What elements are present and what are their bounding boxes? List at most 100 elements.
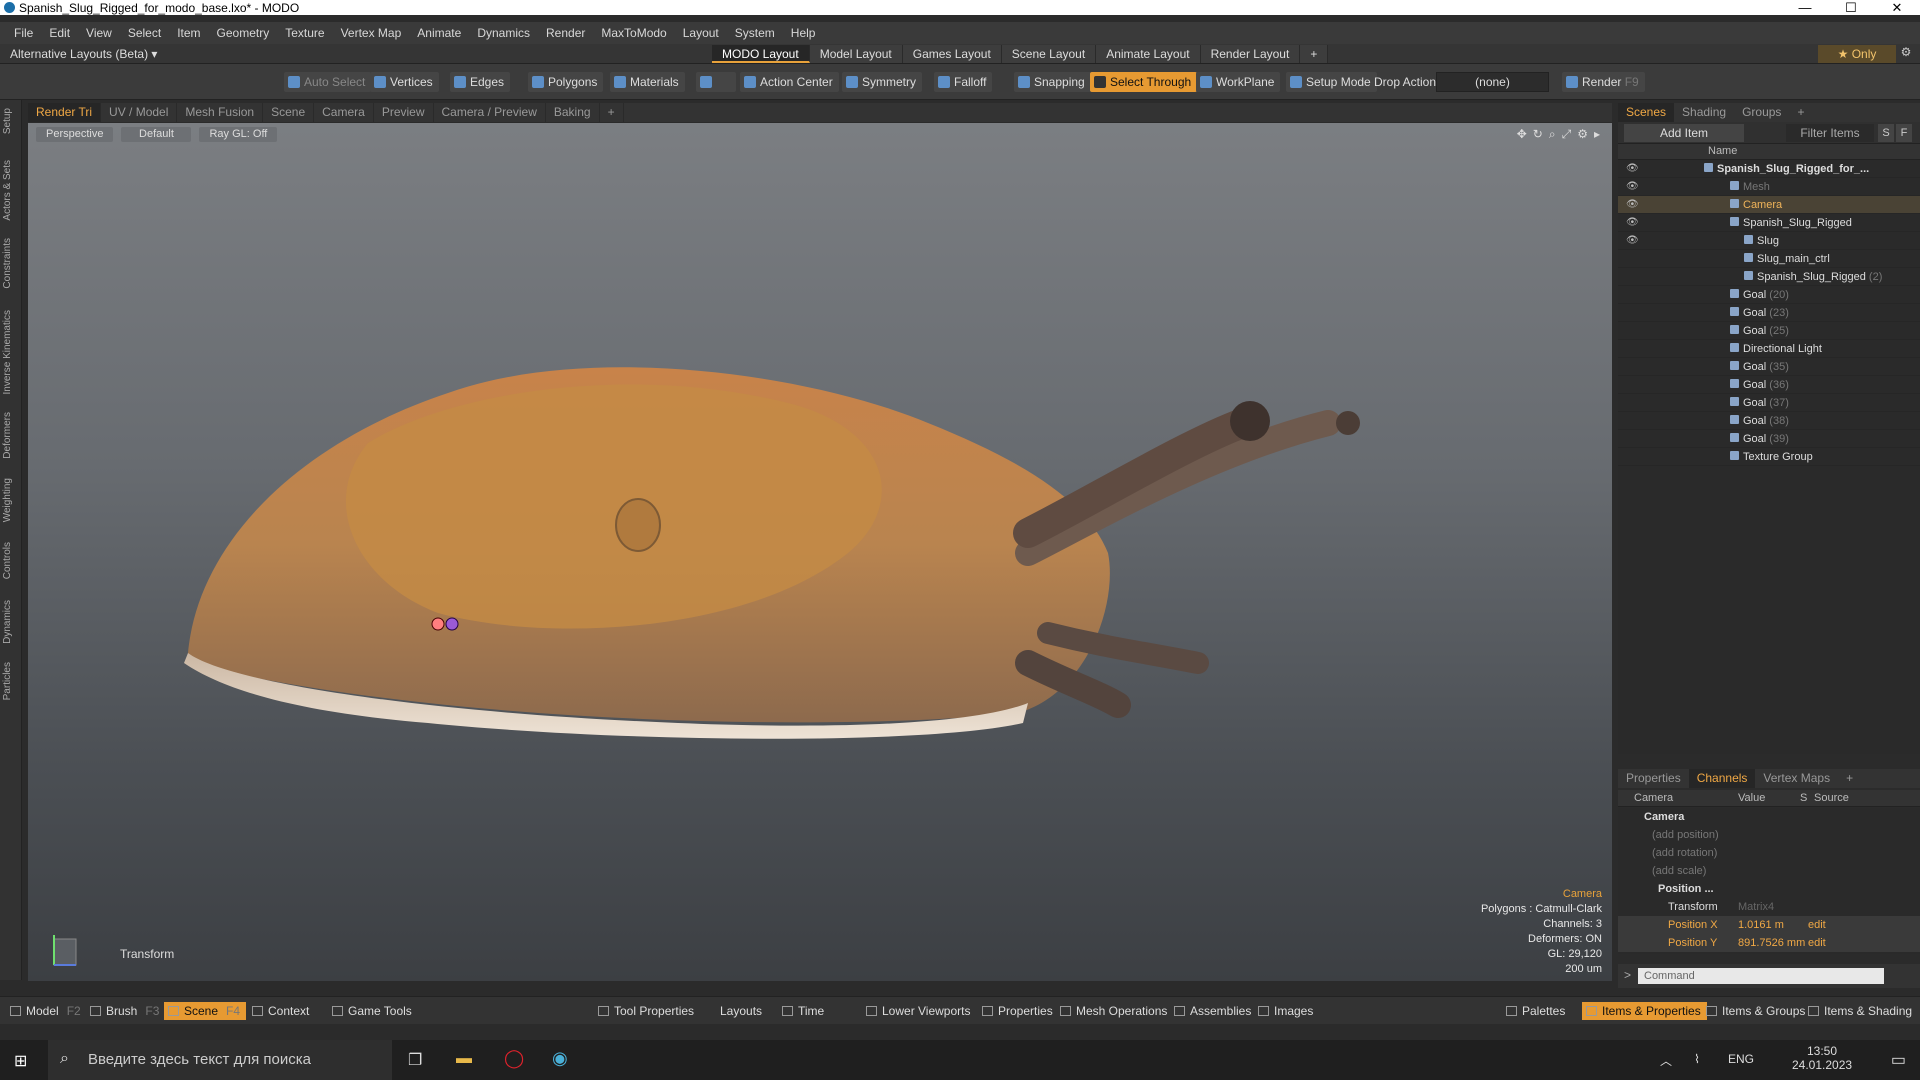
3d-viewport[interactable]: Perspective Default Ray GL: Off ✥ ↻ ⌕ ⤢ … bbox=[28, 123, 1612, 981]
perspective-button[interactable]: Perspective bbox=[36, 127, 114, 142]
tab-render-tri[interactable]: Render Tri bbox=[28, 103, 102, 122]
raygl-button[interactable]: Ray GL: Off bbox=[199, 127, 278, 142]
network-icon[interactable]: ⌇ bbox=[1694, 1052, 1700, 1066]
menu-view[interactable]: View bbox=[78, 26, 120, 40]
tab-scenes[interactable]: Scenes bbox=[1618, 103, 1675, 122]
snap-toggle-button[interactable] bbox=[696, 72, 736, 92]
images-button[interactable]: Images bbox=[1254, 1002, 1319, 1020]
command-input[interactable]: Command bbox=[1638, 968, 1884, 984]
menu-texture[interactable]: Texture bbox=[277, 26, 332, 40]
add-layout-button[interactable]: + bbox=[1300, 45, 1329, 63]
eye-icon[interactable]: 👁 bbox=[1626, 214, 1639, 232]
render-button[interactable]: Render F9 bbox=[1562, 72, 1645, 92]
tool-properties-button[interactable]: Tool Properties bbox=[594, 1002, 700, 1020]
menu-render[interactable]: Render bbox=[538, 26, 593, 40]
tab-model-layout[interactable]: Model Layout bbox=[809, 45, 903, 63]
tab-camera[interactable]: Camera bbox=[314, 103, 374, 122]
view-settings-icon[interactable]: ⚙ bbox=[1577, 127, 1588, 142]
language-indicator[interactable]: ENG bbox=[1728, 1052, 1754, 1066]
menu-file[interactable]: File bbox=[6, 26, 41, 40]
list-item[interactable]: Goal (20) bbox=[1618, 286, 1920, 304]
view-menu-icon[interactable]: ▸ bbox=[1594, 127, 1600, 142]
scene-mode-button[interactable]: Scene F4 bbox=[164, 1002, 247, 1020]
table-row[interactable]: Camera bbox=[1618, 808, 1920, 826]
tab-shading[interactable]: Shading bbox=[1674, 103, 1734, 122]
list-item[interactable]: 👁 Slug bbox=[1618, 232, 1920, 250]
tab-animate-layout[interactable]: Animate Layout bbox=[1096, 45, 1201, 63]
vtab-deformers[interactable]: Deformers bbox=[2, 412, 13, 459]
model-mode-button[interactable]: Model F2 bbox=[6, 1002, 87, 1020]
eye-icon[interactable]: 👁 bbox=[1626, 178, 1639, 196]
move-view-icon[interactable]: ✥ bbox=[1517, 127, 1527, 142]
falloff-button[interactable]: Falloff bbox=[934, 72, 993, 92]
action-center-button[interactable]: Action Center bbox=[740, 72, 839, 92]
vtab-setup[interactable]: Setup bbox=[2, 108, 13, 134]
items-shading-button[interactable]: Items & Shading bbox=[1804, 1002, 1918, 1020]
palettes-button[interactable]: Palettes bbox=[1502, 1002, 1571, 1020]
items-properties-button[interactable]: Items & Properties bbox=[1582, 1002, 1707, 1020]
menu-maxtomodo[interactable]: MaxToModo bbox=[593, 26, 674, 40]
drop-action-select[interactable]: (none) bbox=[1436, 72, 1549, 92]
list-item[interactable]: Goal (38) bbox=[1618, 412, 1920, 430]
filter-items-input[interactable]: Filter Items bbox=[1786, 124, 1874, 142]
list-item[interactable]: Goal (23) bbox=[1618, 304, 1920, 322]
add-properties-tab-button[interactable]: + bbox=[1838, 769, 1861, 788]
auto-select-button[interactable]: Auto Select bbox=[284, 72, 372, 92]
list-item[interactable]: Goal (39) bbox=[1618, 430, 1920, 448]
mesh-operations-button[interactable]: Mesh Operations bbox=[1056, 1002, 1173, 1020]
tab-preview[interactable]: Preview bbox=[374, 103, 434, 122]
table-row[interactable]: Position Y 891.7526 mm edit bbox=[1618, 934, 1920, 952]
tab-scene[interactable]: Scene bbox=[263, 103, 315, 122]
vtab-constraints[interactable]: Constraints bbox=[2, 238, 13, 289]
list-item[interactable]: Goal (37) bbox=[1618, 394, 1920, 412]
add-viewport-tab-button[interactable]: + bbox=[600, 103, 624, 122]
modo-taskbar-icon[interactable]: ◉ bbox=[552, 1048, 568, 1069]
list-item[interactable]: 👁 Spanish_Slug_Rigged_for_... bbox=[1618, 160, 1920, 178]
s-filter-button[interactable]: S bbox=[1878, 124, 1894, 142]
tab-baking[interactable]: Baking bbox=[546, 103, 600, 122]
eye-icon[interactable]: 👁 bbox=[1626, 196, 1639, 214]
table-row[interactable]: Position ... bbox=[1618, 880, 1920, 898]
vtab-weighting[interactable]: Weighting bbox=[2, 478, 13, 522]
vtab-actors-sets[interactable]: Actors & Sets bbox=[2, 160, 13, 221]
properties-button[interactable]: Properties bbox=[978, 1002, 1059, 1020]
minimize-button[interactable]: — bbox=[1782, 0, 1828, 15]
vtab-controls[interactable]: Controls bbox=[2, 542, 13, 579]
tab-vertex-maps[interactable]: Vertex Maps bbox=[1755, 769, 1838, 788]
add-item-button[interactable]: Add Item bbox=[1624, 124, 1744, 142]
table-row[interactable]: (add scale) bbox=[1618, 862, 1920, 880]
vtab-inverse-kinematics[interactable]: Inverse Kinematics bbox=[2, 310, 13, 394]
lower-viewports-button[interactable]: Lower Viewports bbox=[862, 1002, 977, 1020]
menu-edit[interactable]: Edit bbox=[41, 26, 78, 40]
layouts-button[interactable]: Layouts bbox=[700, 1002, 768, 1020]
menu-vertex-map[interactable]: Vertex Map bbox=[333, 26, 410, 40]
list-item[interactable]: Goal (36) bbox=[1618, 376, 1920, 394]
table-row[interactable]: Transform Matrix4 bbox=[1618, 898, 1920, 916]
task-view-icon[interactable]: ❐ bbox=[408, 1050, 422, 1070]
menu-select[interactable]: Select bbox=[120, 26, 169, 40]
edges-button[interactable]: Edges bbox=[450, 72, 511, 92]
vertices-button[interactable]: Vertices bbox=[370, 72, 439, 92]
alternative-layouts-dropdown[interactable]: Alternative Layouts (Beta) ▾ bbox=[10, 47, 157, 61]
symmetry-button[interactable]: Symmetry bbox=[842, 72, 922, 92]
rig-handle-purple[interactable] bbox=[445, 617, 459, 631]
polygons-button[interactable]: Polygons bbox=[528, 72, 604, 92]
taskbar-search-input[interactable]: Введите здесь текст для поиска bbox=[48, 1040, 392, 1080]
game-tools-button[interactable]: Game Tools bbox=[328, 1002, 418, 1020]
menu-help[interactable]: Help bbox=[783, 26, 824, 40]
list-item[interactable]: Goal (25) bbox=[1618, 322, 1920, 340]
list-item[interactable]: Texture Group bbox=[1618, 448, 1920, 466]
table-row[interactable]: (add rotation) bbox=[1618, 844, 1920, 862]
list-item[interactable]: Directional Light bbox=[1618, 340, 1920, 358]
menu-dynamics[interactable]: Dynamics bbox=[469, 26, 538, 40]
file-explorer-icon[interactable]: ▬ bbox=[456, 1050, 472, 1068]
windows-start-icon[interactable]: ⊞ bbox=[14, 1051, 32, 1070]
brush-mode-button[interactable]: Brush F3 bbox=[86, 1002, 165, 1020]
materials-button[interactable]: Materials bbox=[610, 72, 685, 92]
zoom-view-icon[interactable]: ⌕ bbox=[1549, 127, 1556, 142]
menu-layout[interactable]: Layout bbox=[675, 26, 727, 40]
list-item[interactable]: 👁 Camera bbox=[1618, 196, 1920, 214]
gear-icon[interactable]: ⚙ bbox=[1896, 45, 1916, 63]
tab-properties[interactable]: Properties bbox=[1618, 769, 1689, 788]
menu-animate[interactable]: Animate bbox=[409, 26, 469, 40]
